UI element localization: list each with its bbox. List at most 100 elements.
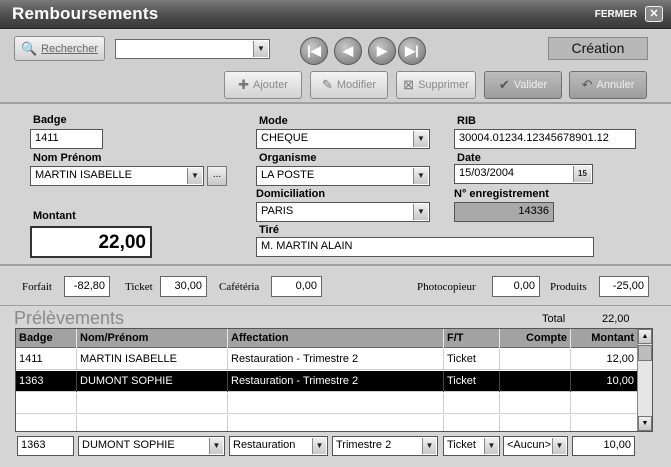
chevron-down-icon[interactable]: ▼ [484, 438, 498, 454]
edit-montant-field[interactable]: 10,00 [572, 436, 635, 456]
empty-cell [444, 393, 500, 414]
nom-combo[interactable]: MARTIN ISABELLE ▼ [30, 166, 204, 186]
empty-cell [444, 415, 500, 431]
tire-label: Tiré [259, 224, 279, 236]
previous-icon: ◀ [343, 43, 353, 58]
edit-button[interactable]: ✎ Modifier [310, 71, 388, 99]
calendar-icon[interactable]: 15 [573, 166, 591, 182]
cell-ft: Ticket [444, 349, 500, 370]
cell-badge: 1411 [16, 349, 77, 370]
chevron-down-icon[interactable]: ▼ [312, 438, 326, 454]
last-record-button[interactable]: ▶| [398, 37, 426, 65]
rib-field[interactable]: 30004.01234.12345678901.12 [454, 129, 636, 149]
scroll-down-icon[interactable]: ▼ [638, 416, 652, 431]
validate-button-label: Valider [513, 79, 548, 91]
add-button[interactable]: ✚ Ajouter [224, 71, 302, 99]
montant-field[interactable]: 22,00 [30, 226, 152, 258]
column-header-compte[interactable]: Compte [500, 329, 571, 348]
vertical-scrollbar[interactable]: ▲ ▼ [637, 329, 652, 431]
scroll-up-icon[interactable]: ▲ [638, 329, 652, 344]
chevron-down-icon[interactable]: ▼ [253, 41, 268, 57]
domiciliation-value: PARIS [261, 205, 294, 217]
empty-cell [16, 415, 77, 431]
table-row[interactable]: 1411 MARTIN ISABELLE Restauration - Trim… [16, 349, 638, 370]
produits-value: -25,00 [599, 276, 649, 297]
enreg-field: 14336 [454, 202, 554, 222]
domiciliation-combo[interactable]: PARIS ▼ [256, 202, 430, 222]
check-icon: ✔ [498, 77, 510, 92]
empty-cell [77, 393, 228, 414]
chevron-down-icon[interactable]: ▼ [413, 168, 428, 184]
empty-cell [16, 393, 77, 414]
empty-cell [571, 415, 638, 431]
date-field[interactable]: 15/03/2004 15 [454, 164, 593, 184]
cell-nom: DUMONT SOPHIE [77, 371, 228, 392]
edit-affectation-combo[interactable]: Restauration ▼ [229, 436, 328, 456]
forfait-label: Forfait [22, 281, 52, 293]
column-header-nom[interactable]: Nom/Prénom [77, 329, 228, 348]
domiciliation-label: Domiciliation [256, 188, 326, 200]
nom-value: MARTIN ISABELLE [35, 169, 132, 181]
chevron-down-icon[interactable]: ▼ [422, 438, 436, 454]
delete-button[interactable]: ⊠ Supprimer [396, 71, 476, 99]
browse-button[interactable]: ... [207, 166, 227, 186]
date-value: 15/03/2004 [459, 167, 515, 179]
chevron-down-icon[interactable]: ▼ [209, 438, 223, 454]
scroll-thumb[interactable] [638, 345, 652, 361]
edit-ft-combo[interactable]: Ticket ▼ [443, 436, 500, 456]
cancel-button[interactable]: ↶ Annuler [569, 71, 647, 99]
empty-cell [77, 415, 228, 431]
chevron-down-icon[interactable]: ▼ [413, 131, 428, 147]
tire-field[interactable]: M. MARTIN ALAIN [256, 237, 594, 257]
search-combo[interactable]: ▼ [115, 39, 270, 59]
close-label[interactable]: FERMER [595, 9, 637, 20]
empty-cell [500, 415, 571, 431]
cafeteria-value: 0,00 [271, 276, 322, 297]
table-row-empty [16, 393, 638, 414]
previous-record-button[interactable]: ◀ [334, 37, 362, 65]
title-bar: Remboursements FERMER ✕ [0, 0, 671, 29]
table-row-selected[interactable]: 1363 DUMONT SOPHIE Restauration - Trimes… [16, 371, 638, 392]
first-record-button[interactable]: |◀ [300, 37, 328, 65]
cell-badge: 1363 [16, 371, 77, 392]
table-row-empty [16, 415, 638, 431]
chevron-down-icon[interactable]: ▼ [552, 438, 566, 454]
ticket-value: 30,00 [160, 276, 207, 297]
photocopieur-value: 0,00 [492, 276, 540, 297]
photocopieur-label: Photocopieur [417, 281, 476, 293]
cafeteria-label: Cafétéria [219, 281, 260, 293]
next-record-button[interactable]: ▶ [368, 37, 396, 65]
last-icon: ▶| [405, 43, 419, 58]
date-label: Date [457, 152, 481, 164]
badge-field[interactable]: 1411 [30, 129, 103, 149]
total-value: 22,00 [602, 313, 630, 325]
edit-badge-field[interactable]: 1363 [17, 436, 74, 456]
edit-nom-combo[interactable]: DUMONT SOPHIE ▼ [78, 436, 225, 456]
chevron-down-icon[interactable]: ▼ [187, 168, 202, 184]
window-title: Remboursements [12, 4, 159, 23]
chevron-down-icon[interactable]: ▼ [413, 204, 428, 220]
column-header-badge[interactable]: Badge [16, 329, 77, 348]
edit-trimestre-value: Trimestre 2 [336, 439, 392, 451]
cell-affectation: Restauration - Trimestre 2 [228, 349, 444, 370]
mode-combo[interactable]: CHEQUE ▼ [256, 129, 430, 149]
enreg-label: N° enregistrement [454, 188, 549, 200]
column-header-montant[interactable]: Montant [571, 329, 638, 348]
edit-trimestre-combo[interactable]: Trimestre 2 ▼ [332, 436, 438, 456]
organisme-combo[interactable]: LA POSTE ▼ [256, 166, 430, 186]
edit-compte-combo[interactable]: <Aucun> ▼ [503, 436, 568, 456]
prelevements-title: Prélèvements [14, 308, 125, 328]
column-header-affectation[interactable]: Affectation [228, 329, 444, 348]
empty-cell [228, 415, 444, 431]
close-icon[interactable]: ✕ [645, 6, 663, 22]
badge-label: Badge [33, 114, 67, 126]
montant-label: Montant [33, 210, 76, 222]
prelevements-table[interactable]: Badge Nom/Prénom Affectation F/T Compte … [15, 328, 653, 432]
produits-label: Produits [550, 281, 587, 293]
search-button[interactable]: 🔍 Rechercher [14, 36, 105, 61]
mode-indicator: Création [548, 37, 648, 60]
validate-button[interactable]: ✔ Valider [484, 71, 562, 99]
undo-icon: ↶ [581, 77, 593, 92]
column-header-ft[interactable]: F/T [444, 329, 500, 348]
total-label: Total [542, 313, 566, 325]
